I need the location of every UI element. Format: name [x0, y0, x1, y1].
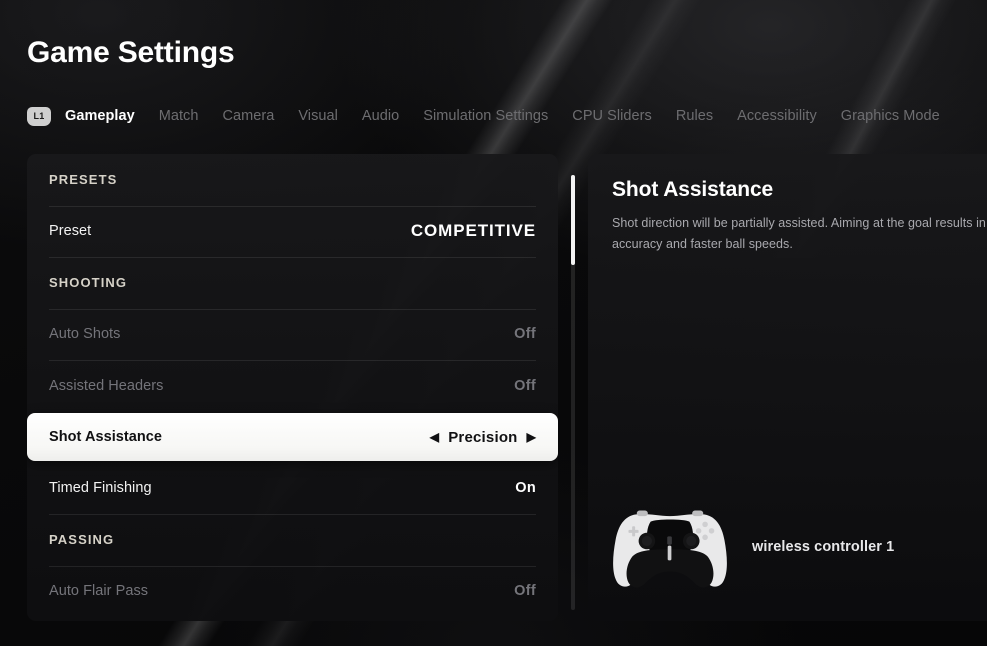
settings-row-assisted-headers[interactable]: Assisted Headers Off [27, 360, 558, 412]
settings-row-timed-finishing[interactable]: Timed Finishing On [27, 463, 558, 515]
playstation-dualsense-controller-icon [613, 510, 727, 588]
detail-title: Shot Assistance [612, 178, 774, 201]
settings-row-auto-flair-pass[interactable]: Auto Flair Pass Off [27, 565, 558, 618]
controller-status: wireless controller 1 [610, 503, 894, 591]
settings-row-label: Assisted Headers [49, 377, 164, 394]
settings-row-value-text: Precision [448, 428, 518, 446]
settings-tabbar: L1 Gameplay Match Camera Visual Audio Simulat… [27, 104, 964, 128]
settings-row-label: Shot Assistance [49, 429, 163, 445]
tab-accessibility[interactable]: Accessibility [737, 108, 817, 124]
settings-row-label: PASSING [49, 532, 115, 548]
settings-list-panel: PRESETS Preset COMPETITIVE SHOOTING Auto Sho… [27, 154, 558, 621]
scrollbar-thumb[interactable] [571, 175, 575, 265]
chevron-right-icon[interactable]: ▶ [527, 431, 536, 443]
tab-camera[interactable]: Camera [222, 108, 274, 124]
settings-row-label: Timed Finishing [49, 480, 152, 497]
settings-row-auto-shots[interactable]: Auto Shots Off [27, 308, 558, 361]
settings-row-label: Auto Flair Pass [49, 583, 149, 600]
page-title: Game Settings [27, 36, 235, 69]
settings-row-value[interactable]: On [515, 480, 536, 496]
tab-gameplay[interactable]: Gameplay [65, 108, 135, 124]
tab-match[interactable]: Match [159, 108, 199, 124]
settings-row-value[interactable]: Off [514, 378, 536, 394]
settings-row-label: Auto Shots [49, 326, 121, 343]
settings-row-value[interactable]: Off [514, 326, 536, 342]
tab-graphics-mode[interactable]: Graphics Mode [841, 108, 940, 124]
tab-audio[interactable]: Audio [362, 108, 399, 124]
settings-section-header-shooting: SHOOTING [27, 257, 558, 309]
settings-row-value[interactable]: Off [514, 583, 536, 599]
detail-description: Shot direction will be partially assiste… [612, 216, 987, 251]
controller-label: wireless controller 1 [752, 539, 895, 555]
settings-section-header-presets: PRESETS [27, 154, 558, 206]
settings-section-header-passing: PASSING [27, 514, 558, 566]
chevron-left-icon[interactable]: ◀ [430, 431, 439, 443]
settings-list-scrollbar[interactable] [571, 175, 575, 610]
tab-simulation-settings[interactable]: Simulation Settings [423, 108, 548, 124]
settings-row-value[interactable]: COMPETITIVE [411, 221, 536, 241]
tab-rules[interactable]: Rules [676, 108, 713, 124]
settings-row-label: PRESETS [49, 172, 118, 188]
settings-row-label: SHOOTING [49, 275, 128, 291]
settings-row-preset[interactable]: Preset COMPETITIVE [27, 205, 558, 258]
settings-row-shot-assistance[interactable]: Shot Assistance ◀ Precision ▶ [27, 413, 558, 461]
detail-panel: Shot Assistance Shot direction will be p… [588, 154, 987, 621]
l1-bumper-icon[interactable]: L1 [27, 106, 51, 126]
settings-row-label: Preset [49, 223, 92, 240]
tab-visual[interactable]: Visual [298, 108, 338, 124]
tab-cpu-sliders[interactable]: CPU Sliders [572, 108, 652, 124]
settings-row-value[interactable]: ◀ Precision ▶ [430, 429, 536, 446]
